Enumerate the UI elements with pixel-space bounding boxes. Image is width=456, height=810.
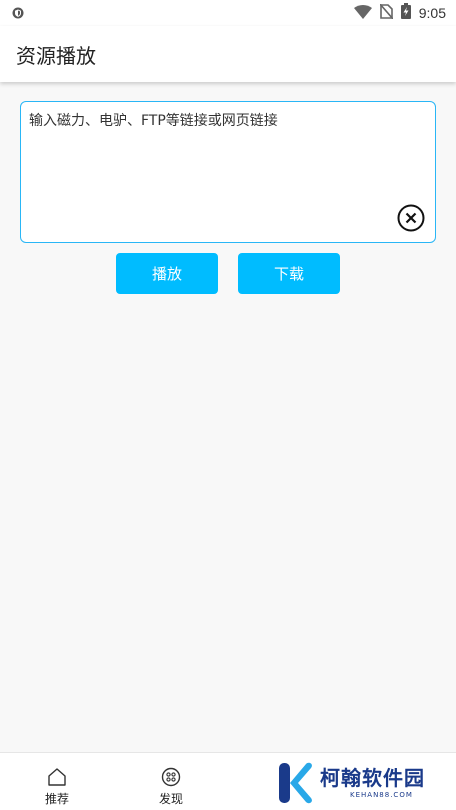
clear-circle-icon bbox=[397, 204, 425, 232]
shield-notification-icon bbox=[12, 4, 24, 23]
nav-item-discover[interactable]: 发现 bbox=[141, 767, 201, 807]
download-button[interactable]: 下载 bbox=[238, 253, 340, 294]
download-button-label: 下载 bbox=[273, 265, 304, 283]
no-sim-icon bbox=[379, 2, 394, 23]
brand-k-logo-icon bbox=[279, 762, 312, 804]
app-bar: 资源播放 bbox=[0, 26, 456, 82]
watermark-url: KEHAN88.COM bbox=[350, 791, 413, 799]
watermark-logo: 柯翰软件园 KEHAN88.COM bbox=[276, 760, 452, 806]
wifi-icon bbox=[353, 4, 372, 23]
nav-item-label: 推荐 bbox=[44, 792, 69, 806]
clear-input-button[interactable] bbox=[397, 204, 425, 232]
link-input-container bbox=[20, 101, 436, 243]
battery-charging-icon bbox=[400, 3, 411, 23]
link-input[interactable] bbox=[29, 110, 391, 234]
play-button-label: 播放 bbox=[151, 265, 182, 283]
page-title: 资源播放 bbox=[16, 45, 96, 68]
nav-item-recommend[interactable]: 推荐 bbox=[27, 767, 87, 807]
home-icon bbox=[48, 768, 66, 786]
clock-time: 9:05 bbox=[418, 5, 446, 21]
nav-item-label: 发现 bbox=[158, 792, 183, 806]
watermark-name: 柯翰软件园 bbox=[320, 766, 425, 790]
status-bar: 9:05 bbox=[0, 0, 456, 26]
discover-icon bbox=[161, 767, 181, 787]
play-button[interactable]: 播放 bbox=[116, 253, 218, 294]
